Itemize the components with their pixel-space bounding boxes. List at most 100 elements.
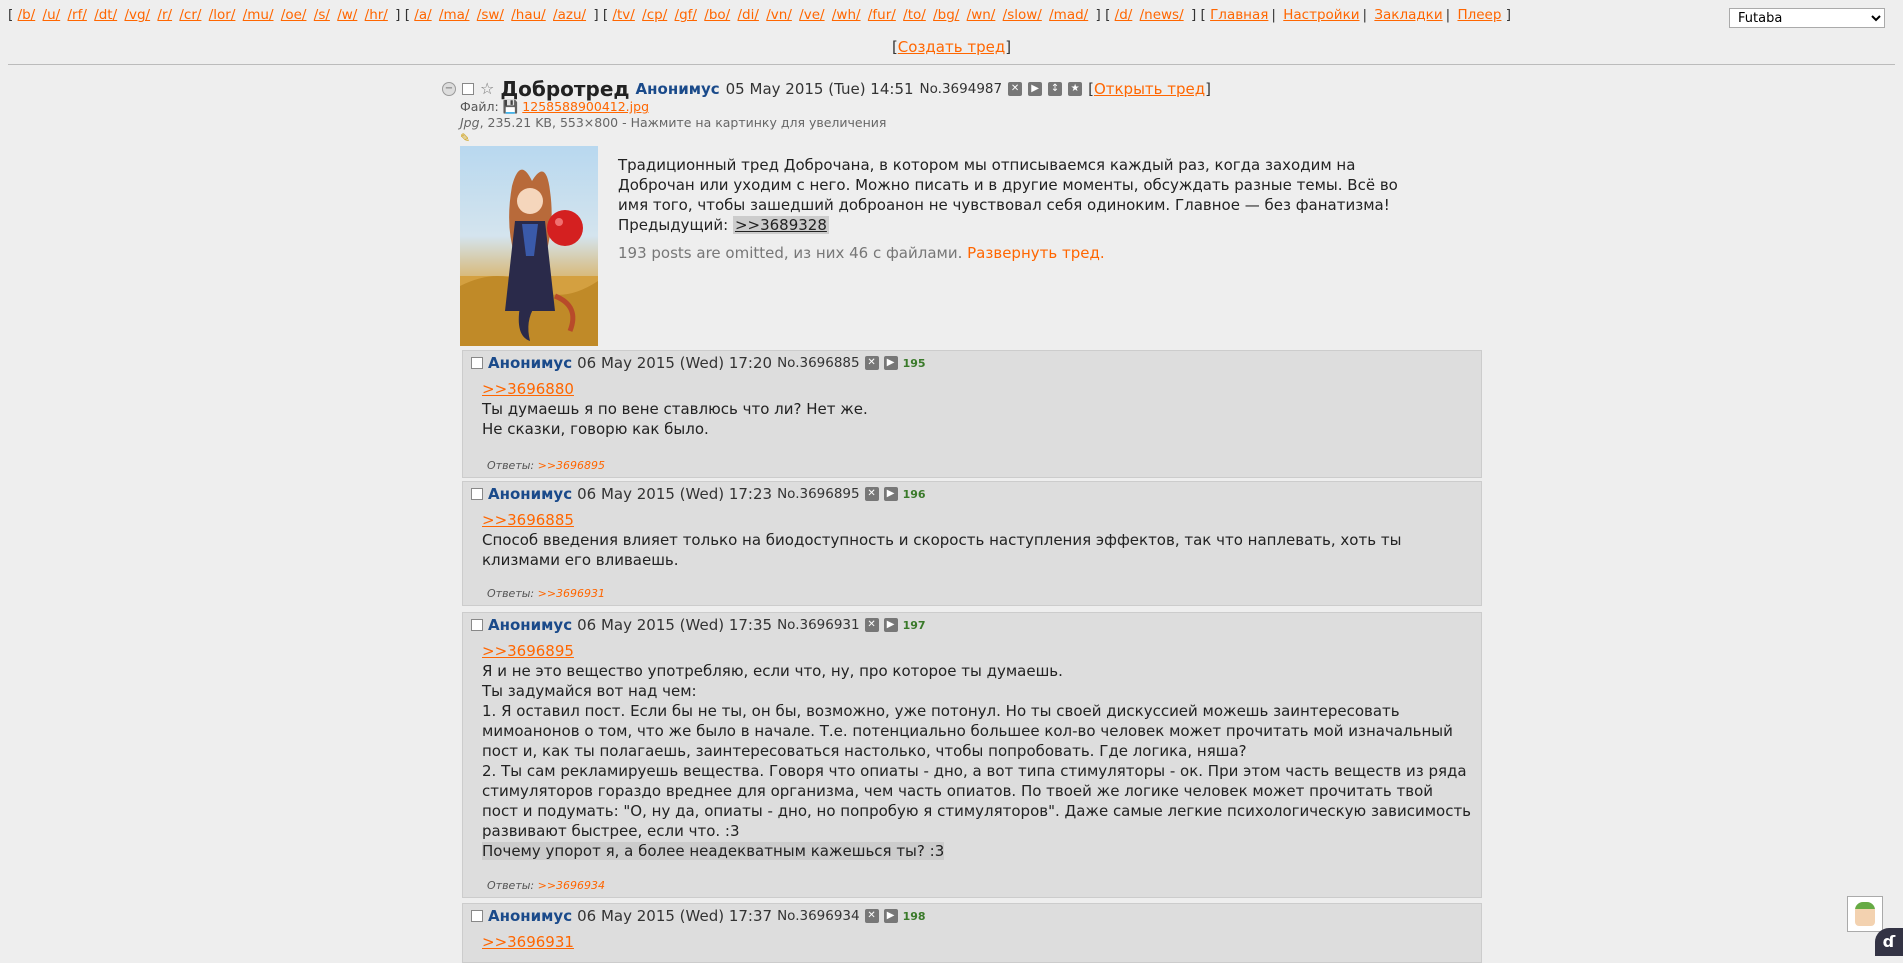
quote-link[interactable]: >>3696885 — [482, 510, 1472, 530]
board-link[interactable]: /vn/ — [766, 7, 792, 23]
board-link[interactable]: /lor/ — [209, 7, 236, 23]
board-link[interactable]: /slow/ — [1003, 7, 1042, 23]
hide-icon[interactable]: ↕ — [1048, 82, 1063, 96]
reply-line: Ты думаешь я по вене ставлюсь что ли? Не… — [482, 400, 868, 418]
file-link[interactable]: 1258588900412.jpg — [522, 99, 649, 114]
reply-number[interactable]: No.3696931 — [777, 617, 860, 633]
play-icon[interactable]: ▶ — [883, 909, 898, 923]
save-icon[interactable]: 💾 — [503, 99, 519, 114]
reply-date: 06 May 2015 (Wed) 17:20 — [577, 354, 773, 372]
nav-player-link[interactable]: Плеер — [1457, 7, 1501, 23]
file-line: Файл: 💾 1258588900412.jpg — [460, 99, 649, 115]
omitted-text: 193 posts are omitted, из них 46 с файла… — [618, 244, 963, 262]
board-link[interactable]: /azu/ — [553, 7, 586, 23]
reply-header: Анонимус 06 May 2015 (Wed) 17:37 No.3696… — [471, 907, 926, 925]
replies-label: Ответы: — [487, 459, 535, 472]
reply-checkbox[interactable] — [471, 910, 483, 922]
play-icon[interactable]: ▶ — [883, 356, 898, 370]
board-link[interactable]: /gf/ — [675, 7, 697, 23]
reply-number[interactable]: No.3696934 — [777, 908, 860, 924]
board-link[interactable]: /oe/ — [281, 7, 307, 23]
board-group-4: /d/ /news/ — [1115, 7, 1191, 23]
reply-line: 1. Я оставил пост. Если бы не ты, он бы,… — [482, 702, 1453, 760]
style-select[interactable]: Futaba — [1729, 8, 1885, 28]
reply-number[interactable]: No.3696895 — [777, 486, 860, 502]
nav-bookmarks-link[interactable]: Закладки — [1374, 7, 1442, 23]
reply-checkbox[interactable] — [471, 357, 483, 369]
play-icon[interactable]: ▶ — [1028, 82, 1043, 96]
board-link[interactable]: /d/ — [1115, 7, 1133, 23]
delete-icon[interactable]: ✕ — [1008, 82, 1023, 96]
board-link[interactable]: /cr/ — [179, 7, 201, 23]
board-link[interactable]: /tv/ — [612, 7, 634, 23]
board-link[interactable]: /hau/ — [511, 7, 545, 23]
board-link[interactable]: /r/ — [157, 7, 172, 23]
board-link[interactable]: /a/ — [414, 7, 431, 23]
reply-backlink[interactable]: >>3696895 — [538, 459, 605, 472]
delete-icon[interactable]: ✕ — [864, 356, 879, 370]
nav-settings-link[interactable]: Настройки — [1283, 7, 1359, 23]
board-link[interactable]: /s/ — [314, 7, 330, 23]
collapse-icon[interactable]: − — [442, 82, 456, 96]
reply-line: Способ введения влияет только на биодост… — [482, 531, 1402, 569]
board-link[interactable]: /fur/ — [868, 7, 896, 23]
create-thread-link[interactable]: Создать тред — [898, 38, 1005, 56]
reply-backlink[interactable]: >>3696931 — [538, 587, 605, 600]
board-group-3: /tv/ /cp/ /gf/ /bo/ /di/ /vn/ /ve/ /wh/ … — [612, 7, 1095, 23]
omitted-line: 193 posts are omitted, из них 46 с файла… — [618, 243, 1418, 263]
board-link[interactable]: /u/ — [43, 7, 61, 23]
board-link[interactable]: /ma/ — [439, 7, 470, 23]
reply-post: Анонимус 06 May 2015 (Wed) 17:23 No.3696… — [462, 481, 1482, 606]
play-icon[interactable]: ▶ — [883, 618, 898, 632]
board-link[interactable]: /wh/ — [832, 7, 861, 23]
op-image[interactable] — [460, 146, 598, 346]
board-link[interactable]: /vg/ — [124, 7, 150, 23]
reply-body: >>3696880 Ты думаешь я по вене ставлюсь … — [482, 379, 1472, 439]
op-post-number[interactable]: No.3694987 — [920, 81, 1003, 97]
favorite-icon[interactable]: ★ — [1068, 82, 1083, 96]
board-link[interactable]: /sw/ — [477, 7, 504, 23]
reply-checkbox[interactable] — [471, 488, 483, 500]
board-link[interactable]: /mad/ — [1049, 7, 1088, 23]
delete-icon[interactable]: ✕ — [864, 909, 879, 923]
board-link[interactable]: /bo/ — [704, 7, 730, 23]
open-thread-link[interactable]: Открыть тред — [1094, 80, 1205, 98]
op-checkbox[interactable] — [462, 83, 474, 95]
expand-thread-link[interactable]: Развернуть тред. — [967, 244, 1104, 262]
play-icon[interactable]: ▶ — [883, 487, 898, 501]
board-link[interactable]: /bg/ — [933, 7, 959, 23]
file-label: Файл: — [460, 99, 499, 114]
reply-backlink[interactable]: >>3696934 — [538, 879, 605, 892]
board-link[interactable]: /rf/ — [67, 7, 86, 23]
dobrochan-logo-icon[interactable]: ɗ — [1875, 928, 1903, 956]
board-link[interactable]: /dt/ — [94, 7, 117, 23]
star-icon[interactable]: ☆ — [480, 81, 494, 97]
delete-icon[interactable]: ✕ — [864, 618, 879, 632]
reply-header: Анонимус 06 May 2015 (Wed) 17:35 No.3696… — [471, 616, 926, 634]
board-link[interactable]: /mu/ — [243, 7, 274, 23]
reply-count: 198 — [902, 909, 926, 923]
board-link[interactable]: /news/ — [1140, 7, 1184, 23]
reply-number[interactable]: No.3696885 — [777, 355, 860, 371]
board-link[interactable]: /hr/ — [365, 7, 388, 23]
board-link[interactable]: /wn/ — [967, 7, 996, 23]
board-link[interactable]: /cp/ — [642, 7, 667, 23]
delete-icon[interactable]: ✕ — [864, 487, 879, 501]
nav-home-link[interactable]: Главная — [1210, 7, 1268, 23]
board-link[interactable]: /di/ — [738, 7, 759, 23]
board-link[interactable]: /w/ — [337, 7, 357, 23]
reply-body: >>3696885 Способ введения влияет только … — [482, 510, 1472, 570]
reply-checkbox[interactable] — [471, 619, 483, 631]
board-link[interactable]: /b/ — [18, 7, 36, 23]
quote-link[interactable]: >>3696895 — [482, 641, 1472, 661]
prev-thread-link[interactable]: >>3689328 — [732, 216, 829, 234]
board-link[interactable]: /to/ — [903, 7, 926, 23]
quote-link[interactable]: >>3696931 — [482, 932, 1472, 952]
edit-icon[interactable]: ✎ — [460, 131, 470, 145]
quote-link[interactable]: >>3696880 — [482, 379, 1472, 399]
board-link[interactable]: /ve/ — [799, 7, 824, 23]
reply-author: Анонимус — [488, 354, 573, 372]
board-group-1: /b/ /u/ /rf/ /dt/ /vg/ /r/ /cr/ /lor/ /m… — [18, 7, 396, 23]
avatar[interactable] — [1847, 896, 1883, 932]
replies-label: Ответы: — [487, 587, 535, 600]
